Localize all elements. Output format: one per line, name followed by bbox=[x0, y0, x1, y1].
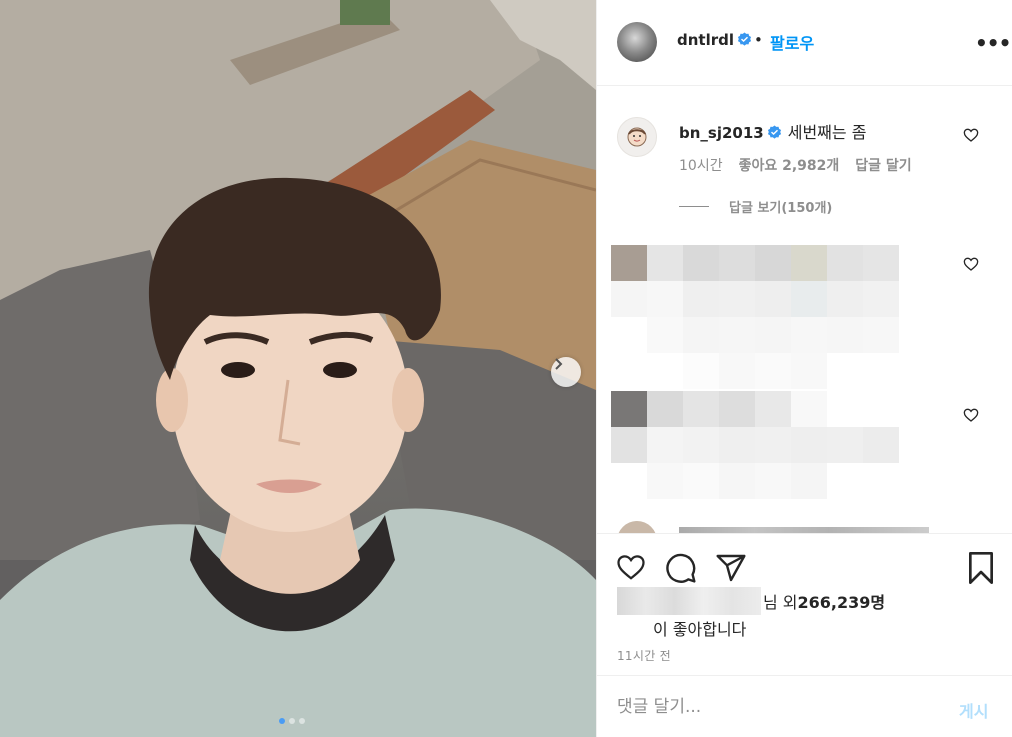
commenter-avatar[interactable] bbox=[617, 117, 657, 157]
more-icon[interactable]: ••• bbox=[975, 33, 1011, 53]
author-avatar[interactable] bbox=[617, 22, 657, 62]
follow-button[interactable]: 팔로우 bbox=[770, 30, 814, 54]
avatar-face-icon bbox=[627, 127, 647, 147]
post-photo[interactable] bbox=[0, 0, 596, 737]
comment-likes[interactable]: 좋아요 2,982개 bbox=[739, 155, 840, 175]
comment-text: 세번째는 좀 bbox=[787, 123, 867, 142]
verified-icon bbox=[737, 32, 752, 46]
replies-divider bbox=[679, 206, 709, 207]
photo-scene bbox=[0, 0, 596, 737]
view-replies-label: 답글 보기(150개) bbox=[729, 201, 833, 216]
liked-text: 이 좋아합니다 bbox=[653, 620, 747, 639]
post-timestamp: 11시간 전 bbox=[617, 649, 672, 663]
reply-button[interactable]: 답글 달기 bbox=[855, 155, 911, 175]
likes-count[interactable]: 266,239명 bbox=[798, 589, 886, 613]
likes-summary[interactable]: 님 외 266,239명 bbox=[617, 587, 885, 615]
blurred-comment bbox=[611, 391, 899, 499]
carousel-indicator bbox=[279, 718, 305, 724]
carousel-dot bbox=[279, 718, 285, 724]
blurred-comment bbox=[611, 245, 899, 389]
heart-icon[interactable] bbox=[963, 127, 979, 143]
liker-name-redacted bbox=[617, 587, 761, 615]
commenter-username[interactable]: bn_sj2013 bbox=[679, 124, 764, 142]
comment-meta: 10시간 좋아요 2,982개 답글 달기 bbox=[679, 155, 928, 175]
chevron-right-icon bbox=[555, 358, 563, 370]
carousel-next-button[interactable] bbox=[551, 357, 581, 387]
comment-body: bn_sj2013 세번째는 좀 bbox=[679, 119, 866, 143]
likes-suffix: 님 외 bbox=[763, 593, 798, 612]
share-icon[interactable] bbox=[715, 552, 747, 584]
carousel-dot bbox=[299, 718, 305, 724]
post-actions: 님 외 266,239명 이 좋아합니다 11시간 전 bbox=[597, 533, 1012, 674]
heart-icon[interactable] bbox=[963, 256, 979, 272]
comment-time: 10시간 bbox=[679, 158, 723, 174]
carousel-dot bbox=[289, 718, 295, 724]
post-header: dntlrdl • 팔로우 ••• bbox=[597, 0, 1012, 86]
comments-list[interactable]: bn_sj2013 세번째는 좀 10시간 좋아요 2,982개 답글 달기 답글… bbox=[597, 87, 1012, 533]
heart-icon[interactable] bbox=[963, 407, 979, 423]
header-separator: • bbox=[754, 31, 763, 49]
bookmark-icon[interactable] bbox=[967, 552, 995, 584]
comment-icon[interactable] bbox=[665, 552, 697, 584]
author-username[interactable]: dntlrdl bbox=[677, 31, 752, 49]
heart-icon[interactable] bbox=[615, 552, 647, 582]
next-comment-avatar bbox=[617, 521, 657, 533]
view-replies-button[interactable]: 답글 보기(150개) bbox=[679, 197, 832, 216]
post-details-panel: dntlrdl • 팔로우 ••• bn_sj2013 세번째는 좀 10시간 좋… bbox=[596, 0, 1012, 737]
comment-composer: 게시 bbox=[597, 675, 1012, 737]
verified-icon bbox=[767, 125, 781, 139]
post-comment-button[interactable]: 게시 bbox=[959, 698, 988, 722]
author-username-text[interactable]: dntlrdl bbox=[677, 31, 734, 49]
comment-input[interactable] bbox=[617, 694, 947, 720]
